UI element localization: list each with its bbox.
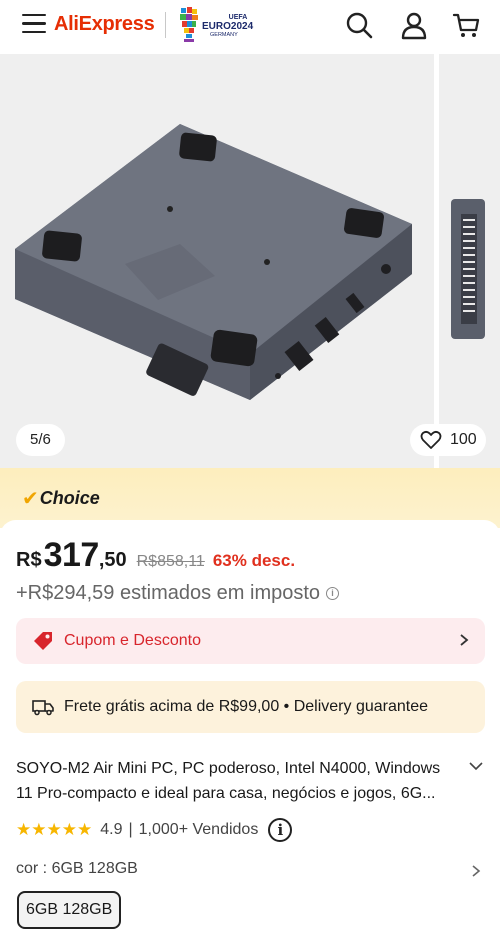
shipping-label: Frete grátis acima de R$99,00 • Delivery…: [64, 698, 429, 715]
heart-icon: [420, 430, 442, 449]
star-icon: ★: [77, 820, 93, 839]
menu-icon[interactable]: [22, 14, 46, 36]
euro2024-label: EURO2024: [202, 21, 254, 32]
chevron-right-icon: [460, 634, 469, 646]
variant-option-6gb-128gb[interactable]: 6GB 128GB: [17, 891, 122, 929]
product-image[interactable]: [0, 54, 434, 468]
truck-icon: [32, 700, 54, 716]
chevron-down-icon[interactable]: [468, 760, 484, 772]
rating-row: ★ ★ ★ ★ ★ 4.9 | 1,000+ Vendidos i: [16, 818, 293, 842]
coupon-label: Cupom e Desconto: [64, 632, 201, 649]
star-rating: ★ ★ ★ ★ ★: [16, 821, 92, 839]
aliexpress-logo[interactable]: AliExpress: [54, 13, 155, 36]
user-icon[interactable]: [399, 10, 429, 40]
price-decimal: ,50: [98, 549, 127, 571]
star-icon: ★: [16, 820, 32, 839]
price-integer: 317: [43, 536, 100, 574]
euro2024-trophy-icon: [180, 7, 198, 42]
sold-count: 1,000+ Vendidos: [138, 821, 259, 838]
star-icon: ★: [61, 820, 77, 839]
wishlist-button[interactable]: 100: [410, 424, 486, 456]
next-image-preview[interactable]: [439, 54, 500, 468]
coupon-discount-row[interactable]: Cupom e Desconto: [16, 618, 485, 664]
top-header: AliExpress UEFA EURO2024 GERMANY: [0, 0, 500, 54]
original-price: R$858,11: [136, 553, 205, 570]
choice-label: Choice: [39, 488, 100, 508]
choice-check-icon: ✔: [22, 488, 39, 510]
chevron-right-icon[interactable]: [471, 863, 481, 879]
rating-separator: |: [128, 821, 133, 838]
variant-selector-label[interactable]: cor : 6GB 128GB: [16, 860, 138, 878]
uefa-label: UEFA: [228, 14, 248, 21]
tax-estimate-text: +R$294,59 estimados em imposto: [16, 582, 321, 604]
mini-pc-illustration: [15, 124, 412, 400]
shipping-info-row[interactable]: Frete grátis acima de R$99,00 • Delivery…: [16, 681, 485, 733]
euro2024-logo: UEFA EURO2024 GERMANY: [202, 14, 272, 38]
germany-label: GERMANY: [210, 32, 238, 38]
cart-icon[interactable]: [451, 10, 481, 40]
rating-value: 4.9: [100, 821, 123, 838]
logo-divider: [165, 12, 166, 38]
image-page-indicator: 5/6: [16, 424, 65, 456]
star-icon: ★: [46, 820, 62, 839]
wishlist-count: 100: [450, 431, 477, 448]
product-gallery[interactable]: 5/6 100: [0, 54, 500, 468]
discount-badge: 63% desc.: [212, 551, 296, 570]
info-icon[interactable]: i: [268, 818, 293, 842]
product-title[interactable]: SOYO-M2 Air Mini PC, PC poderoso, Intel …: [16, 756, 456, 806]
choice-badge: ✔ Choice: [22, 486, 100, 511]
tax-estimate: +R$294,59 estimados em imposto i: [16, 582, 340, 605]
mini-pc-side-illustration: [451, 199, 485, 339]
search-icon[interactable]: [344, 10, 374, 40]
price-row: R$ 317 ,50 R$858,11 63% desc.: [16, 536, 295, 575]
tag-icon: [34, 632, 52, 650]
price-currency: R$: [16, 549, 42, 571]
star-icon: ★: [31, 820, 47, 839]
info-icon[interactable]: i: [326, 587, 340, 600]
